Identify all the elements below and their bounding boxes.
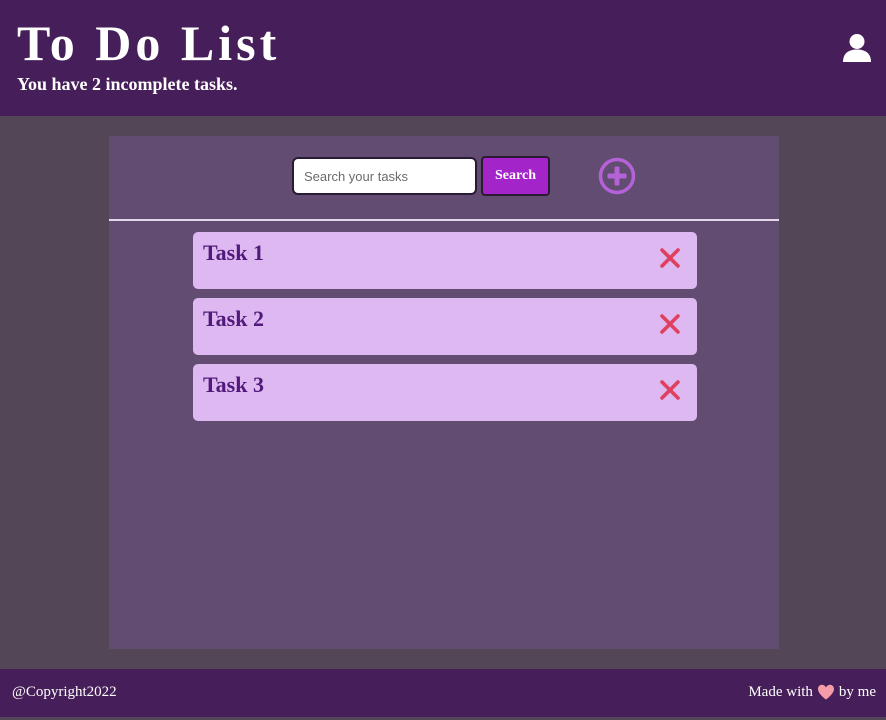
incomplete-count-text: You have 2 incomplete tasks. xyxy=(17,74,238,94)
task-title: Task 2 xyxy=(203,306,264,331)
app-header: To Do List You have 2 incomplete tasks. xyxy=(0,0,886,116)
close-icon[interactable] xyxy=(659,247,681,269)
task-item[interactable]: Task 2 xyxy=(193,298,697,355)
search-input[interactable] xyxy=(292,157,477,195)
copyright-text: @Copyright2022 xyxy=(12,684,117,700)
made-with-prefix: Made with xyxy=(748,684,813,700)
heart-icon xyxy=(817,685,834,700)
search-button[interactable]: Search xyxy=(481,156,550,196)
task-title: Task 3 xyxy=(203,372,264,397)
made-with-suffix: by me xyxy=(838,684,876,700)
close-icon[interactable] xyxy=(659,313,681,335)
user-icon[interactable] xyxy=(842,33,872,63)
task-item[interactable]: Task 3 xyxy=(193,364,697,421)
close-icon[interactable] xyxy=(659,379,681,401)
app-footer: @Copyright2022 Made with by me xyxy=(0,669,886,717)
task-panel: Search Task 1 Task 2 Task 3 xyxy=(109,136,779,649)
made-with-text: Made with by me xyxy=(748,684,876,701)
divider xyxy=(109,219,779,221)
page-title: To Do List xyxy=(17,15,281,71)
add-circle-icon[interactable] xyxy=(598,157,636,195)
task-item[interactable]: Task 1 xyxy=(193,232,697,289)
task-title: Task 1 xyxy=(203,240,264,265)
task-list: Task 1 Task 2 Task 3 xyxy=(193,232,697,430)
